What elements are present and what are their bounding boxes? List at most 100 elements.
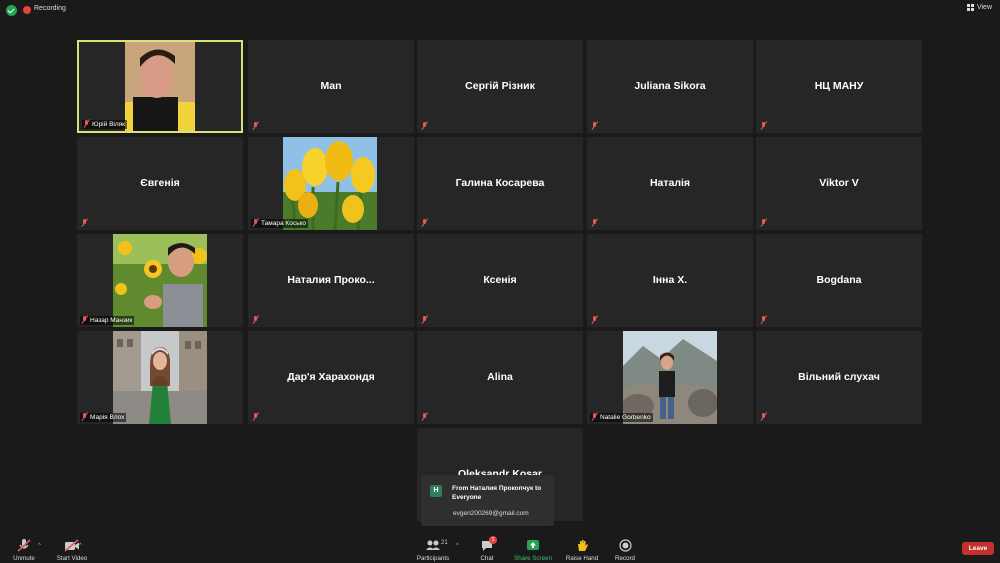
participant-photo-sunflowers <box>113 234 207 327</box>
record-icon <box>618 539 632 552</box>
muted-mic-icon <box>591 413 598 421</box>
recording-label: Recording <box>34 5 66 12</box>
participant-tile-evgenia[interactable]: Євгенія <box>77 137 243 230</box>
participants-icon <box>426 540 440 550</box>
participant-name: Тамара Косько <box>261 220 306 227</box>
participant-tile-alina[interactable]: Alina <box>417 331 583 424</box>
participant-tile-yuriy[interactable]: Юрій Віляк <box>77 40 243 133</box>
muted-mic-icon <box>421 122 428 130</box>
muted-mic-icon <box>760 316 767 324</box>
raise-hand-button[interactable]: Raise Hand <box>564 539 600 562</box>
participant-label: Тамара Косько <box>251 219 308 228</box>
muted-mic-icon <box>81 316 88 324</box>
participant-tile-maria[interactable]: Марія Влох <box>77 331 243 424</box>
chat-notification[interactable]: Н From Наталия Прокопчук to Everyone evg… <box>421 475 554 526</box>
participant-name: Ксенія <box>483 274 517 286</box>
participant-name: Євгенія <box>140 177 180 189</box>
participant-name: Наталия Проко... <box>287 274 375 286</box>
share-screen-label: Share Screen <box>514 555 552 562</box>
participant-tile-vilny-sluhach[interactable]: Вільний слухач <box>756 331 922 424</box>
muted-mic-icon <box>17 539 31 552</box>
view-label: View <box>976 4 992 11</box>
participant-name: Juliana Sikora <box>634 80 706 92</box>
participant-tile-nts-manu[interactable]: НЦ МАНУ <box>756 40 922 133</box>
muted-mic-icon <box>421 316 428 324</box>
chat-unread-badge: 1 <box>489 536 497 544</box>
record-button[interactable]: Record <box>612 539 638 562</box>
muted-mic-icon <box>421 413 428 421</box>
participant-tile-natalie-gorbenko[interactable]: Natalie Gorbenko <box>587 331 753 424</box>
grid-icon <box>966 4 974 11</box>
participant-label: Назар Манзик <box>80 316 135 325</box>
participant-name: НЦ МАНУ <box>814 80 864 92</box>
participant-tile-galina[interactable]: Галина Косарева <box>417 137 583 230</box>
participant-name: Галина Косарева <box>455 177 545 189</box>
unmute-button[interactable]: Unmute <box>10 539 38 562</box>
participant-label: Марія Влох <box>80 413 127 422</box>
recording-icon <box>23 6 31 14</box>
participant-tile-ksenia[interactable]: Ксенія <box>417 234 583 327</box>
participant-tile-juliana[interactable]: Juliana Sikora <box>587 40 753 133</box>
participant-tile-nazar[interactable]: Назар Манзик <box>77 234 243 327</box>
muted-mic-icon <box>760 122 767 130</box>
muted-mic-icon <box>421 219 428 227</box>
participant-photo-rocks <box>623 331 717 424</box>
participant-tile-man[interactable]: Man <box>248 40 414 133</box>
participant-name: Дар'я Харахондя <box>287 371 375 383</box>
record-label: Record <box>615 555 635 562</box>
leave-button[interactable]: Leave <box>962 542 994 555</box>
participant-tile-natalia-proko[interactable]: Наталия Проко... <box>248 234 414 327</box>
security-shield-icon[interactable] <box>6 5 17 16</box>
audio-options-caret[interactable]: ^ <box>38 543 41 549</box>
participant-video <box>125 42 195 131</box>
participants-count: 21 <box>441 540 448 546</box>
share-screen-button[interactable]: Share Screen <box>512 539 554 562</box>
participant-label: Natalie Gorbenko <box>590 413 653 422</box>
chat-label: Chat <box>480 555 494 562</box>
participant-name: Man <box>320 80 342 92</box>
muted-mic-icon <box>252 316 259 324</box>
participant-label: Юрій Віляк <box>82 120 127 129</box>
participant-name: Інна Х. <box>652 274 688 286</box>
participant-name: Марія Влох <box>90 414 125 421</box>
muted-mic-icon <box>591 122 598 130</box>
participants-label: Participants <box>416 555 450 562</box>
participant-name: Сергій Різник <box>465 80 535 92</box>
muted-mic-icon <box>252 122 259 130</box>
start-video-button[interactable]: Start Video <box>55 539 89 562</box>
top-bar: Recording View <box>0 0 1000 22</box>
participant-name: Alina <box>487 371 513 383</box>
muted-mic-icon <box>760 413 767 421</box>
unmute-label: Unmute <box>13 555 35 562</box>
participant-tile-serhiy[interactable]: Сергій Різник <box>417 40 583 133</box>
participant-name: Вільний слухач <box>798 371 880 383</box>
participant-tile-daria[interactable]: Дар'я Харахондя <box>248 331 414 424</box>
raise-hand-label: Raise Hand <box>565 555 599 562</box>
video-off-icon <box>64 539 79 552</box>
muted-mic-icon <box>83 120 90 128</box>
participant-tile-natalia[interactable]: Наталія <box>587 137 753 230</box>
chat-sender-avatar: Н <box>430 485 442 497</box>
muted-mic-icon <box>252 219 259 227</box>
participants-options-caret[interactable]: ^ <box>456 543 459 549</box>
raise-hand-icon <box>578 540 588 551</box>
participant-photo-street <box>113 331 207 424</box>
start-video-label: Start Video <box>56 555 88 562</box>
view-button[interactable]: View <box>966 4 992 11</box>
participant-tile-tamara[interactable]: Тамара Косько <box>248 137 414 230</box>
muted-mic-icon <box>760 219 767 227</box>
participant-tile-viktor[interactable]: Viktor V <box>756 137 922 230</box>
muted-mic-icon <box>81 219 88 227</box>
participant-name: Назар Манзик <box>90 317 133 324</box>
participant-tile-bogdana[interactable]: Bogdana <box>756 234 922 327</box>
participant-name: Viktor V <box>819 177 859 189</box>
chat-message: evgen200269@gmail.com <box>453 510 529 517</box>
share-screen-icon <box>527 540 539 550</box>
participant-name: Natalie Gorbenko <box>600 414 651 421</box>
participant-tile-inna[interactable]: Інна Х. <box>587 234 753 327</box>
muted-mic-icon <box>81 413 88 421</box>
video-options-caret[interactable]: ^ <box>79 543 82 549</box>
muted-mic-icon <box>591 219 598 227</box>
muted-mic-icon <box>252 413 259 421</box>
participant-photo-tulips <box>283 137 377 230</box>
